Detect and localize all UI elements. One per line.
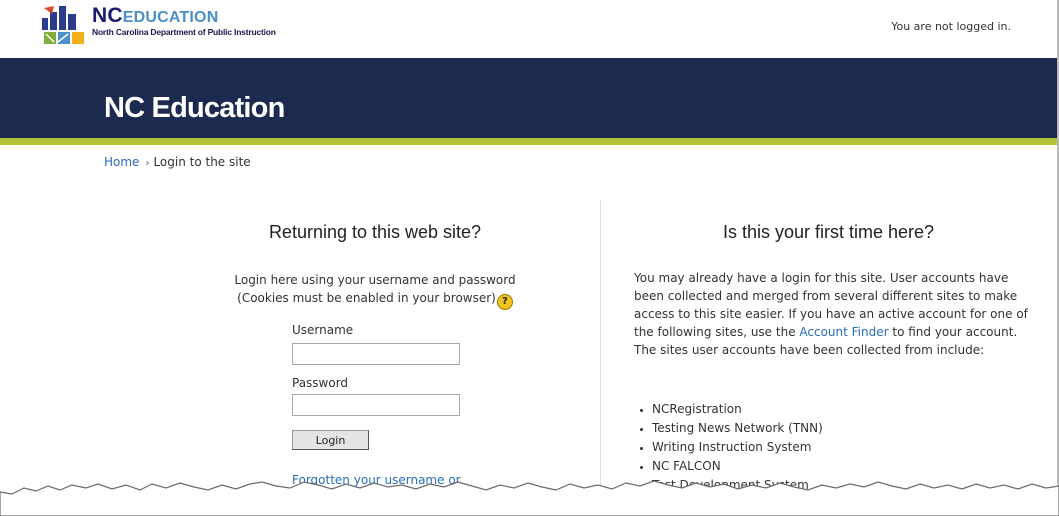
sites-list: NCRegistration Testing News Network (TNN… [634,400,833,514]
password-input[interactable] [292,394,460,416]
logo-text: NCEDUCATION North Carolina Department of… [92,4,276,37]
accent-bar [0,138,1057,145]
login-instructions: Login here using your username and passw… [150,271,600,310]
list-item: Test Development System [652,476,833,495]
help-icon[interactable]: ? [496,294,513,310]
breadcrumb: Home › Login to the site [104,155,251,169]
cookies-note: (Cookies must be enabled in your browser… [237,291,496,305]
first-time-description: You may already have a login for this si… [634,269,1034,359]
login-button[interactable]: Login [292,430,369,450]
logo-mark-icon [40,4,88,48]
logo-title-nc: NC [92,4,123,27]
breadcrumb-current: Login to the site [153,155,251,169]
list-item: NCRegistration [652,400,833,419]
nc-education-logo[interactable]: NCEDUCATION North Carolina Department of… [40,4,276,48]
logo-title: NCEDUCATION [92,4,276,28]
site-banner: NC Education [0,58,1057,138]
account-finder-link[interactable]: Account Finder [799,325,888,339]
login-status: You are not logged in. [891,20,1011,33]
logo-title-education: EDUCATION [122,9,219,26]
returning-heading: Returning to this web site? [268,222,482,242]
list-item: Testing News Network (TNN) [652,419,833,438]
list-item: Writing Instruction System [652,438,833,457]
first-time-heading: Is this your first time here? [722,222,935,242]
login-instructions-line1: Login here using your username and passw… [234,273,516,287]
forgot-credentials-link[interactable]: Forgotten your username or password? [292,472,482,506]
username-input[interactable] [292,343,460,365]
breadcrumb-separator-icon: › [145,158,150,169]
site-title: NC Education [104,92,285,124]
password-label: Password [292,376,349,390]
list-item: NC FALCON [652,457,833,476]
logo-subtitle: North Carolina Department of Public Inst… [92,27,276,37]
list-item: NC Test Development Training [652,495,833,514]
top-header: NCEDUCATION North Carolina Department of… [0,0,1057,58]
column-divider [600,200,601,514]
login-instructions-line2: (Cookies must be enabled in your browser… [150,289,600,310]
username-label: Username [292,323,354,337]
breadcrumb-home-link[interactable]: Home [104,155,139,169]
page: NCEDUCATION North Carolina Department of… [0,0,1059,516]
